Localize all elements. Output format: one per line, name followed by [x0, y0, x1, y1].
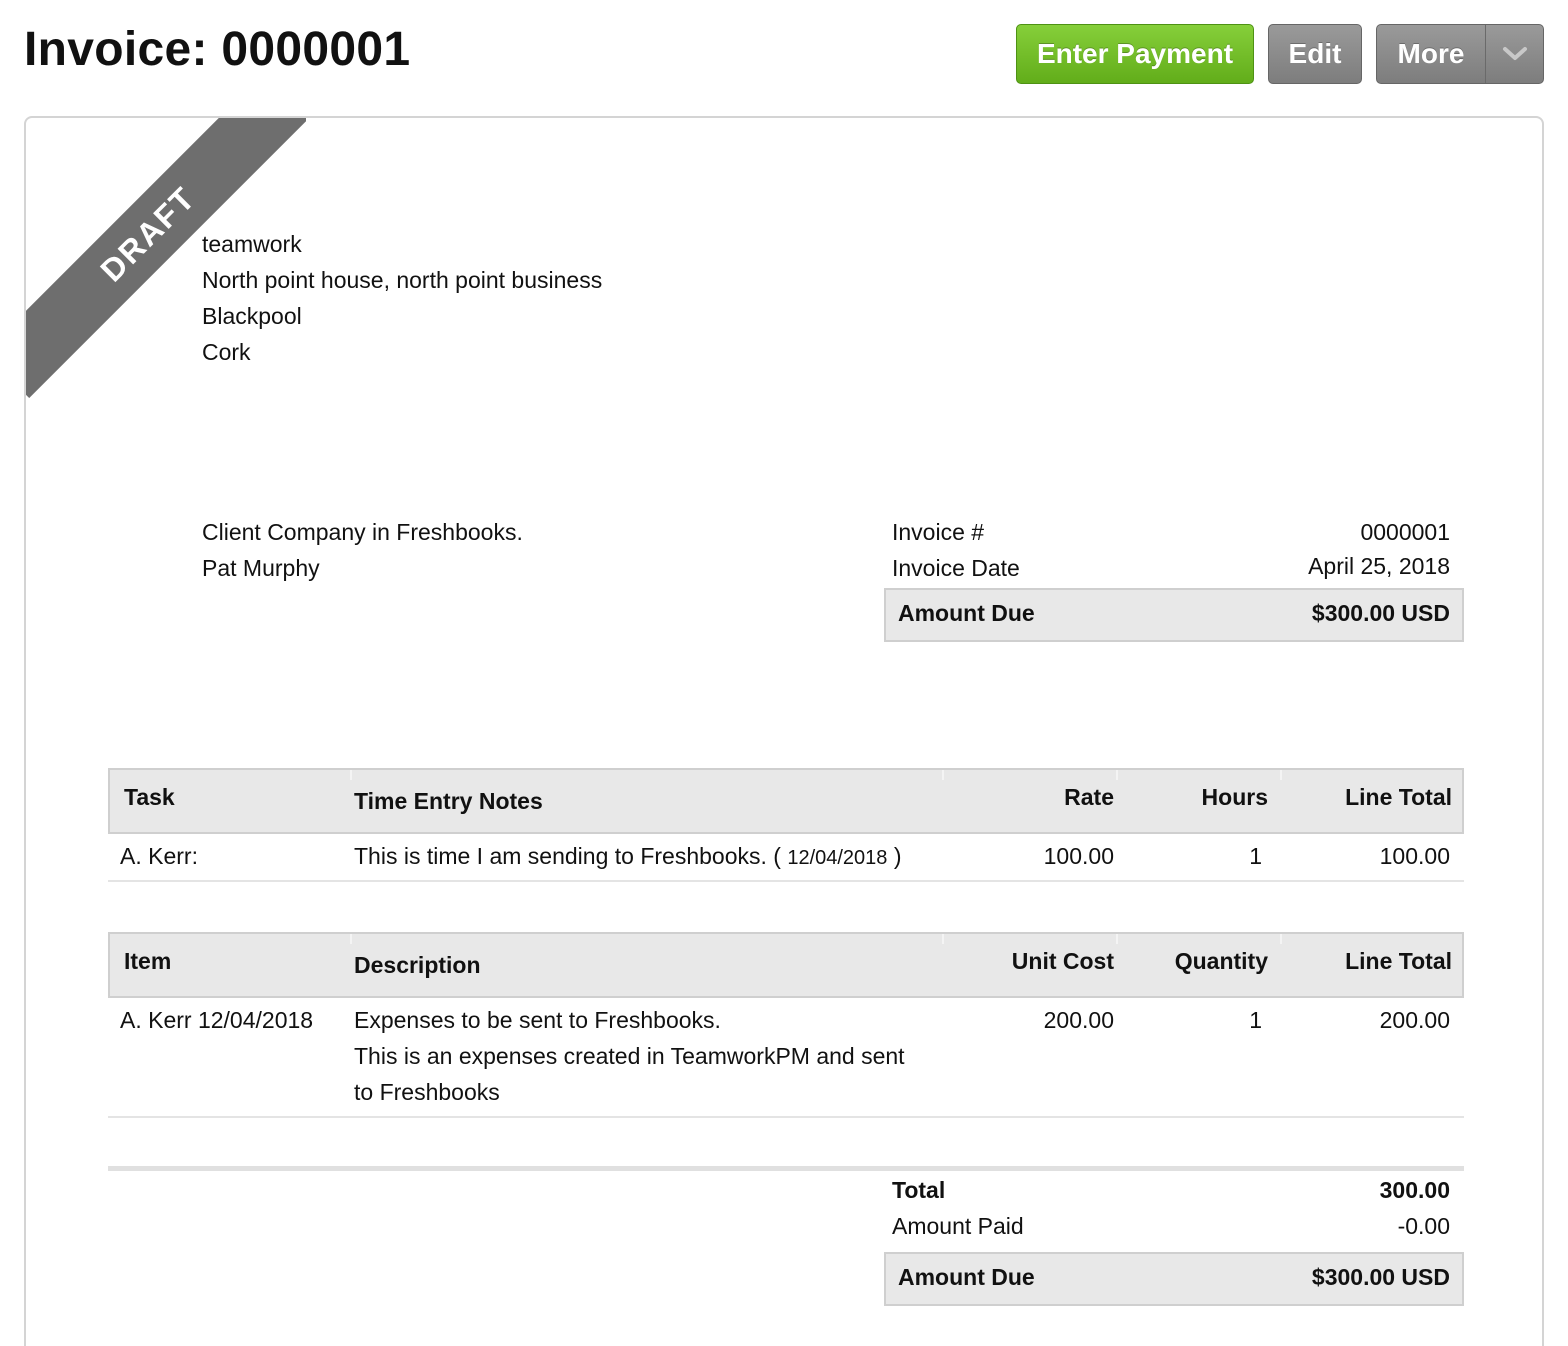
invoice-date-label: Invoice Date	[892, 555, 1020, 581]
expense-row-unit-cost: 200.00	[1043, 1007, 1114, 1033]
invoice-number: 0000001	[1360, 519, 1450, 545]
time-row-rate: 100.00	[1043, 843, 1114, 869]
col-quantity: Quantity	[1174, 948, 1268, 974]
sender-address-line2: Blackpool	[202, 303, 302, 329]
col-line-total: Line Total	[1345, 948, 1452, 974]
more-label: More	[1397, 38, 1465, 69]
expense-row-description-line2: This is an expenses created in TeamworkP…	[354, 1043, 905, 1069]
expense-row-divider	[108, 1116, 1464, 1118]
amount-due-value: $300.00 USD	[1311, 600, 1450, 626]
expense-row-quantity: 1	[1249, 1007, 1262, 1033]
time-row-notes-text: This is time I am sending to Freshbooks.…	[354, 843, 781, 869]
col-task: Task	[124, 784, 175, 810]
client-contact: Pat Murphy	[202, 555, 320, 581]
time-row-divider	[108, 880, 1464, 882]
invoice-number-label: Invoice #	[892, 519, 985, 545]
time-row-line-total: 100.00	[1379, 843, 1450, 869]
col-hours: Hours	[1201, 784, 1268, 810]
invoice-document: DRAFT teamwork North point house, north …	[24, 116, 1544, 1346]
sender-name: teamwork	[202, 231, 302, 257]
total-amount-due: Amount Due $300.00 USD	[884, 1252, 1464, 1306]
expense-table-header: Item Description Unit Cost Quantity Line…	[108, 932, 1464, 998]
col-unit-cost: Unit Cost	[1011, 948, 1114, 974]
time-table-header: Task Time Entry Notes Rate Hours Line To…	[108, 768, 1464, 834]
amount-due-label: Amount Due	[898, 600, 1035, 626]
amount-paid-label: Amount Paid	[892, 1213, 1024, 1239]
expense-row-line-total: 200.00	[1379, 1007, 1450, 1033]
total-amount-due-label: Amount Due	[898, 1264, 1035, 1290]
sender-address-line3: Cork	[202, 339, 251, 365]
expense-row-item: A. Kerr 12/04/2018	[120, 1007, 314, 1033]
enter-payment-button[interactable]: Enter Payment	[1016, 24, 1254, 84]
total-amount-due-value: $300.00 USD	[1311, 1264, 1450, 1290]
totals-divider	[108, 1166, 1464, 1171]
invoice-date: April 25, 2018	[1308, 553, 1450, 579]
expense-row-description-line3: to Freshbooks	[354, 1079, 500, 1105]
col-rate: Rate	[1064, 784, 1114, 810]
time-row-notes: This is time I am sending to Freshbooks.…	[354, 838, 902, 876]
client-company: Client Company in Freshbooks.	[202, 519, 523, 545]
more-dropdown-button[interactable]: More	[1376, 24, 1544, 84]
col-item: Item	[124, 948, 172, 974]
sender-address-line1: North point house, north point business	[202, 267, 603, 293]
time-row-notes-date: 12/04/2018	[787, 847, 888, 869]
expense-row-description-line1: Expenses to be sent to Freshbooks.	[354, 1007, 721, 1033]
page-title: Invoice: 0000001	[24, 23, 411, 76]
amount-due-summary: Amount Due $300.00 USD	[884, 588, 1464, 642]
amount-paid-value: -0.00	[1397, 1213, 1450, 1239]
time-row-notes-close: )	[893, 843, 902, 869]
chevron-down-icon[interactable]	[1485, 25, 1543, 83]
time-row-hours: 1	[1249, 843, 1262, 869]
time-row-task: A. Kerr:	[120, 843, 198, 869]
col-time-entry-notes: Time Entry Notes	[354, 788, 543, 814]
col-description: Description	[354, 952, 481, 978]
col-line-total: Line Total	[1345, 784, 1452, 810]
edit-button[interactable]: Edit	[1268, 24, 1362, 84]
total-value: 300.00	[1379, 1177, 1450, 1203]
total-label: Total	[892, 1177, 946, 1203]
